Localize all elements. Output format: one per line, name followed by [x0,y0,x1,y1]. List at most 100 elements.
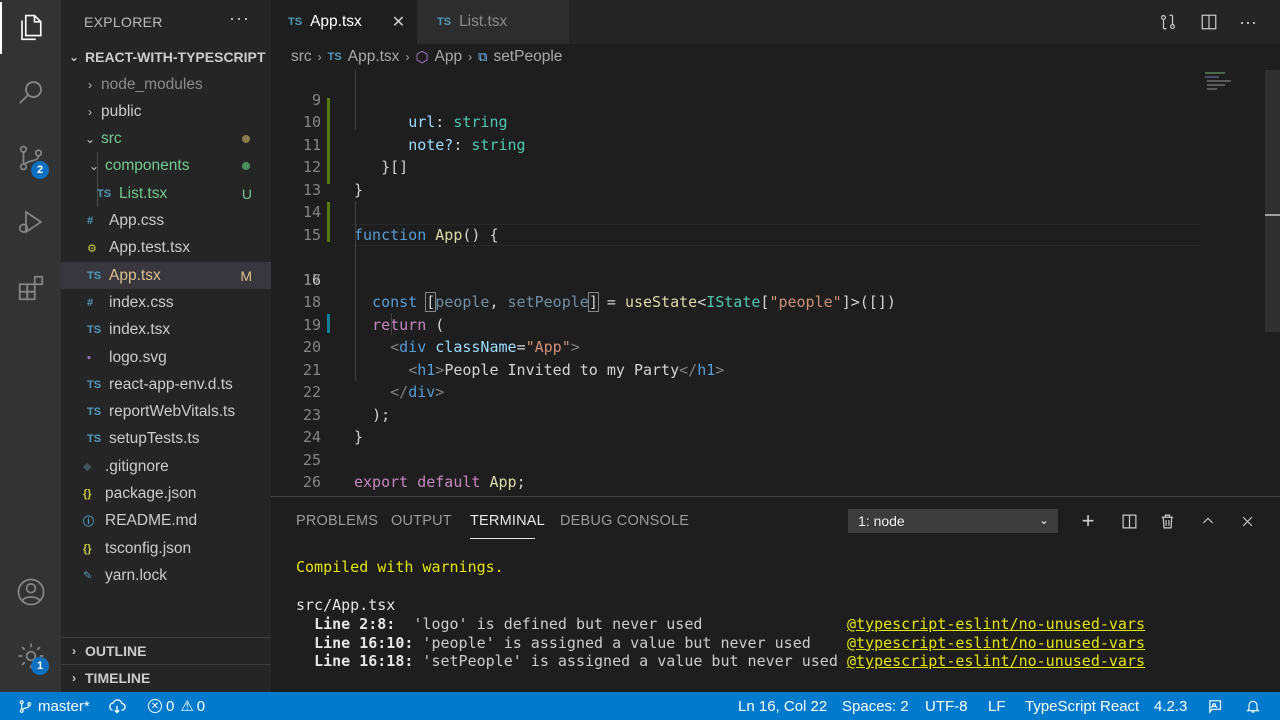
code-line: 15 [271,201,1280,244]
terminal-select[interactable]: 1: node ⌄ [848,509,1058,533]
source-control-icon[interactable]: 2 [0,132,61,184]
tab-problems[interactable]: PROBLEMS [296,513,378,529]
chevron-down-icon: ⌄ [84,132,96,147]
settings-badge: 1 [31,657,49,675]
tree-item[interactable]: TS setupTests.ts [61,426,271,453]
tab-output[interactable]: OUTPUT [391,513,452,529]
sync-icon[interactable] [108,692,126,720]
manage-gear-icon[interactable]: 1 [0,630,61,682]
tree-item-label: components [105,157,190,175]
tree-item[interactable]: ⌄ components [61,153,271,180]
activity-bar: 2 1 [0,0,61,692]
code-line: 24 [271,404,1280,446]
tab-app-tsx[interactable]: TS App.tsx ✕ [271,0,417,44]
git-status-badge: M [240,267,252,284]
trash-icon[interactable] [1155,509,1179,533]
outline-title: OUTLINE [85,643,147,659]
more-actions-icon[interactable]: ··· [1236,10,1260,34]
code-editor[interactable]: 9 url: string 10 note?: string 11 }[] 12… [271,70,1280,496]
tree-item-label: src [101,130,122,148]
tree-item-label: index.css [109,293,174,311]
tab-list-tsx[interactable]: TS List.tsx [417,0,569,44]
chevron-right-icon: › [72,671,76,685]
compare-changes-icon[interactable] [1156,10,1180,34]
tree-item-label: yarn.lock [105,566,168,584]
tree-item[interactable]: TS index.tsx [61,317,271,344]
bottom-panel: PROBLEMS OUTPUT TERMINAL DEBUG CONSOLE 1… [271,496,1280,692]
run-debug-icon[interactable] [0,196,61,248]
terminal-rule-link[interactable]: @typescript-eslint/no-unused-vars [847,634,1145,653]
language-mode[interactable]: TypeScript React [1025,692,1139,720]
tree-item[interactable]: › node_modules [61,71,271,98]
scrollbar-cursor-marker [1265,214,1280,216]
end-of-line[interactable]: LF [988,692,1006,720]
split-terminal-icon[interactable] [1117,509,1141,533]
tree-item-label: node_modules [101,75,203,93]
indent-guide [355,70,356,130]
breadcrumb-folder[interactable]: src [291,48,312,66]
extensions-icon[interactable] [0,262,61,314]
tree-item[interactable]: ✎ yarn.lock [61,562,271,589]
problems-indicator[interactable]: ✕ 0 ⚠ 0 [148,692,205,720]
terminal-rule-link[interactable]: @typescript-eslint/no-unused-vars [847,615,1145,634]
split-editor-icon[interactable] [1197,10,1221,34]
timeline-title: TIMELINE [85,670,151,686]
indentation[interactable]: Spaces: 2 [842,692,909,720]
error-icon: ✕ [148,699,162,713]
close-panel-icon[interactable] [1235,509,1259,533]
tree-item[interactable]: # App.css [61,208,271,235]
tree-item[interactable]: ⌄ src [61,126,271,153]
maximize-panel-icon[interactable] [1196,509,1220,533]
tab-terminal[interactable]: TERMINAL [470,513,545,529]
cursor-position[interactable]: Ln 16, Col 22 [738,692,827,720]
tree-item[interactable]: TS App.tsx M [61,262,271,290]
outline-section[interactable]: › OUTLINE [61,637,271,664]
tree-item[interactable]: # index.css [61,289,271,316]
tab-debug-console[interactable]: DEBUG CONSOLE [560,513,689,529]
close-icon[interactable]: ✕ [392,12,405,32]
branch-indicator[interactable]: master* [18,692,90,720]
git-status-dot [242,162,250,171]
terminal-rule-link[interactable]: @typescript-eslint/no-unused-vars [847,652,1145,671]
tree-item-label: reportWebVitals.ts [109,403,236,421]
code-line: 9 url: string [271,70,1280,132]
tree-item[interactable]: ◆ .gitignore [61,453,271,480]
scm-badge: 2 [31,161,49,179]
feedback-icon[interactable] [1207,692,1224,720]
breadcrumb-file[interactable]: App.tsx [348,48,400,66]
readme-file-icon: ⓘ [83,516,94,529]
editor-scrollbar[interactable] [1265,70,1280,332]
tree-item[interactable]: TS reportWebVitals.ts [61,399,271,426]
explorer-icon[interactable] [0,2,61,54]
tree-item[interactable]: ⚙ App.test.tsx [61,235,271,262]
tree-item[interactable]: TS react-app-env.d.ts [61,371,271,398]
tree-item-label: README.md [105,512,198,530]
new-terminal-icon[interactable]: + [1076,508,1100,533]
tree-item[interactable]: TS List.tsx U [61,180,271,207]
chevron-down-icon: ⌄ [1038,513,1049,527]
minimap[interactable] [1203,70,1263,100]
search-icon[interactable] [0,66,61,118]
more-actions-icon[interactable]: ··· [229,8,250,29]
typescript-version[interactable]: 4.2.3 [1154,692,1187,720]
code-line: 13 [271,156,1280,199]
tree-item[interactable]: ⓘ README.md [61,508,271,535]
test-file-icon: ⚙ [87,242,97,255]
project-folder-header[interactable]: ⌄ REACT-WITH-TYPESCRIPT [61,43,271,70]
accounts-icon[interactable] [0,566,61,618]
notifications-bell-icon[interactable] [1245,692,1261,720]
tree-item[interactable]: {} tsconfig.json [61,535,271,562]
typescript-file-icon: TS [87,378,102,391]
breadcrumb-symbol[interactable]: setPeople [493,48,562,66]
git-branch-icon [19,699,32,713]
tree-item-label: index.tsx [109,321,171,339]
current-code-line: 16 const [people, setPeople] = useState<… [271,223,1280,312]
tree-item[interactable]: ▪ logo.svg [61,344,271,371]
encoding[interactable]: UTF-8 [925,692,968,720]
tree-item[interactable]: {} package.json [61,481,271,508]
chevron-right-icon: › [468,50,473,64]
breadcrumb-component[interactable]: App [435,48,463,66]
tree-item-label: tsconfig.json [105,539,192,557]
tree-item[interactable]: › public [61,98,271,125]
timeline-section[interactable]: › TIMELINE [61,664,271,691]
